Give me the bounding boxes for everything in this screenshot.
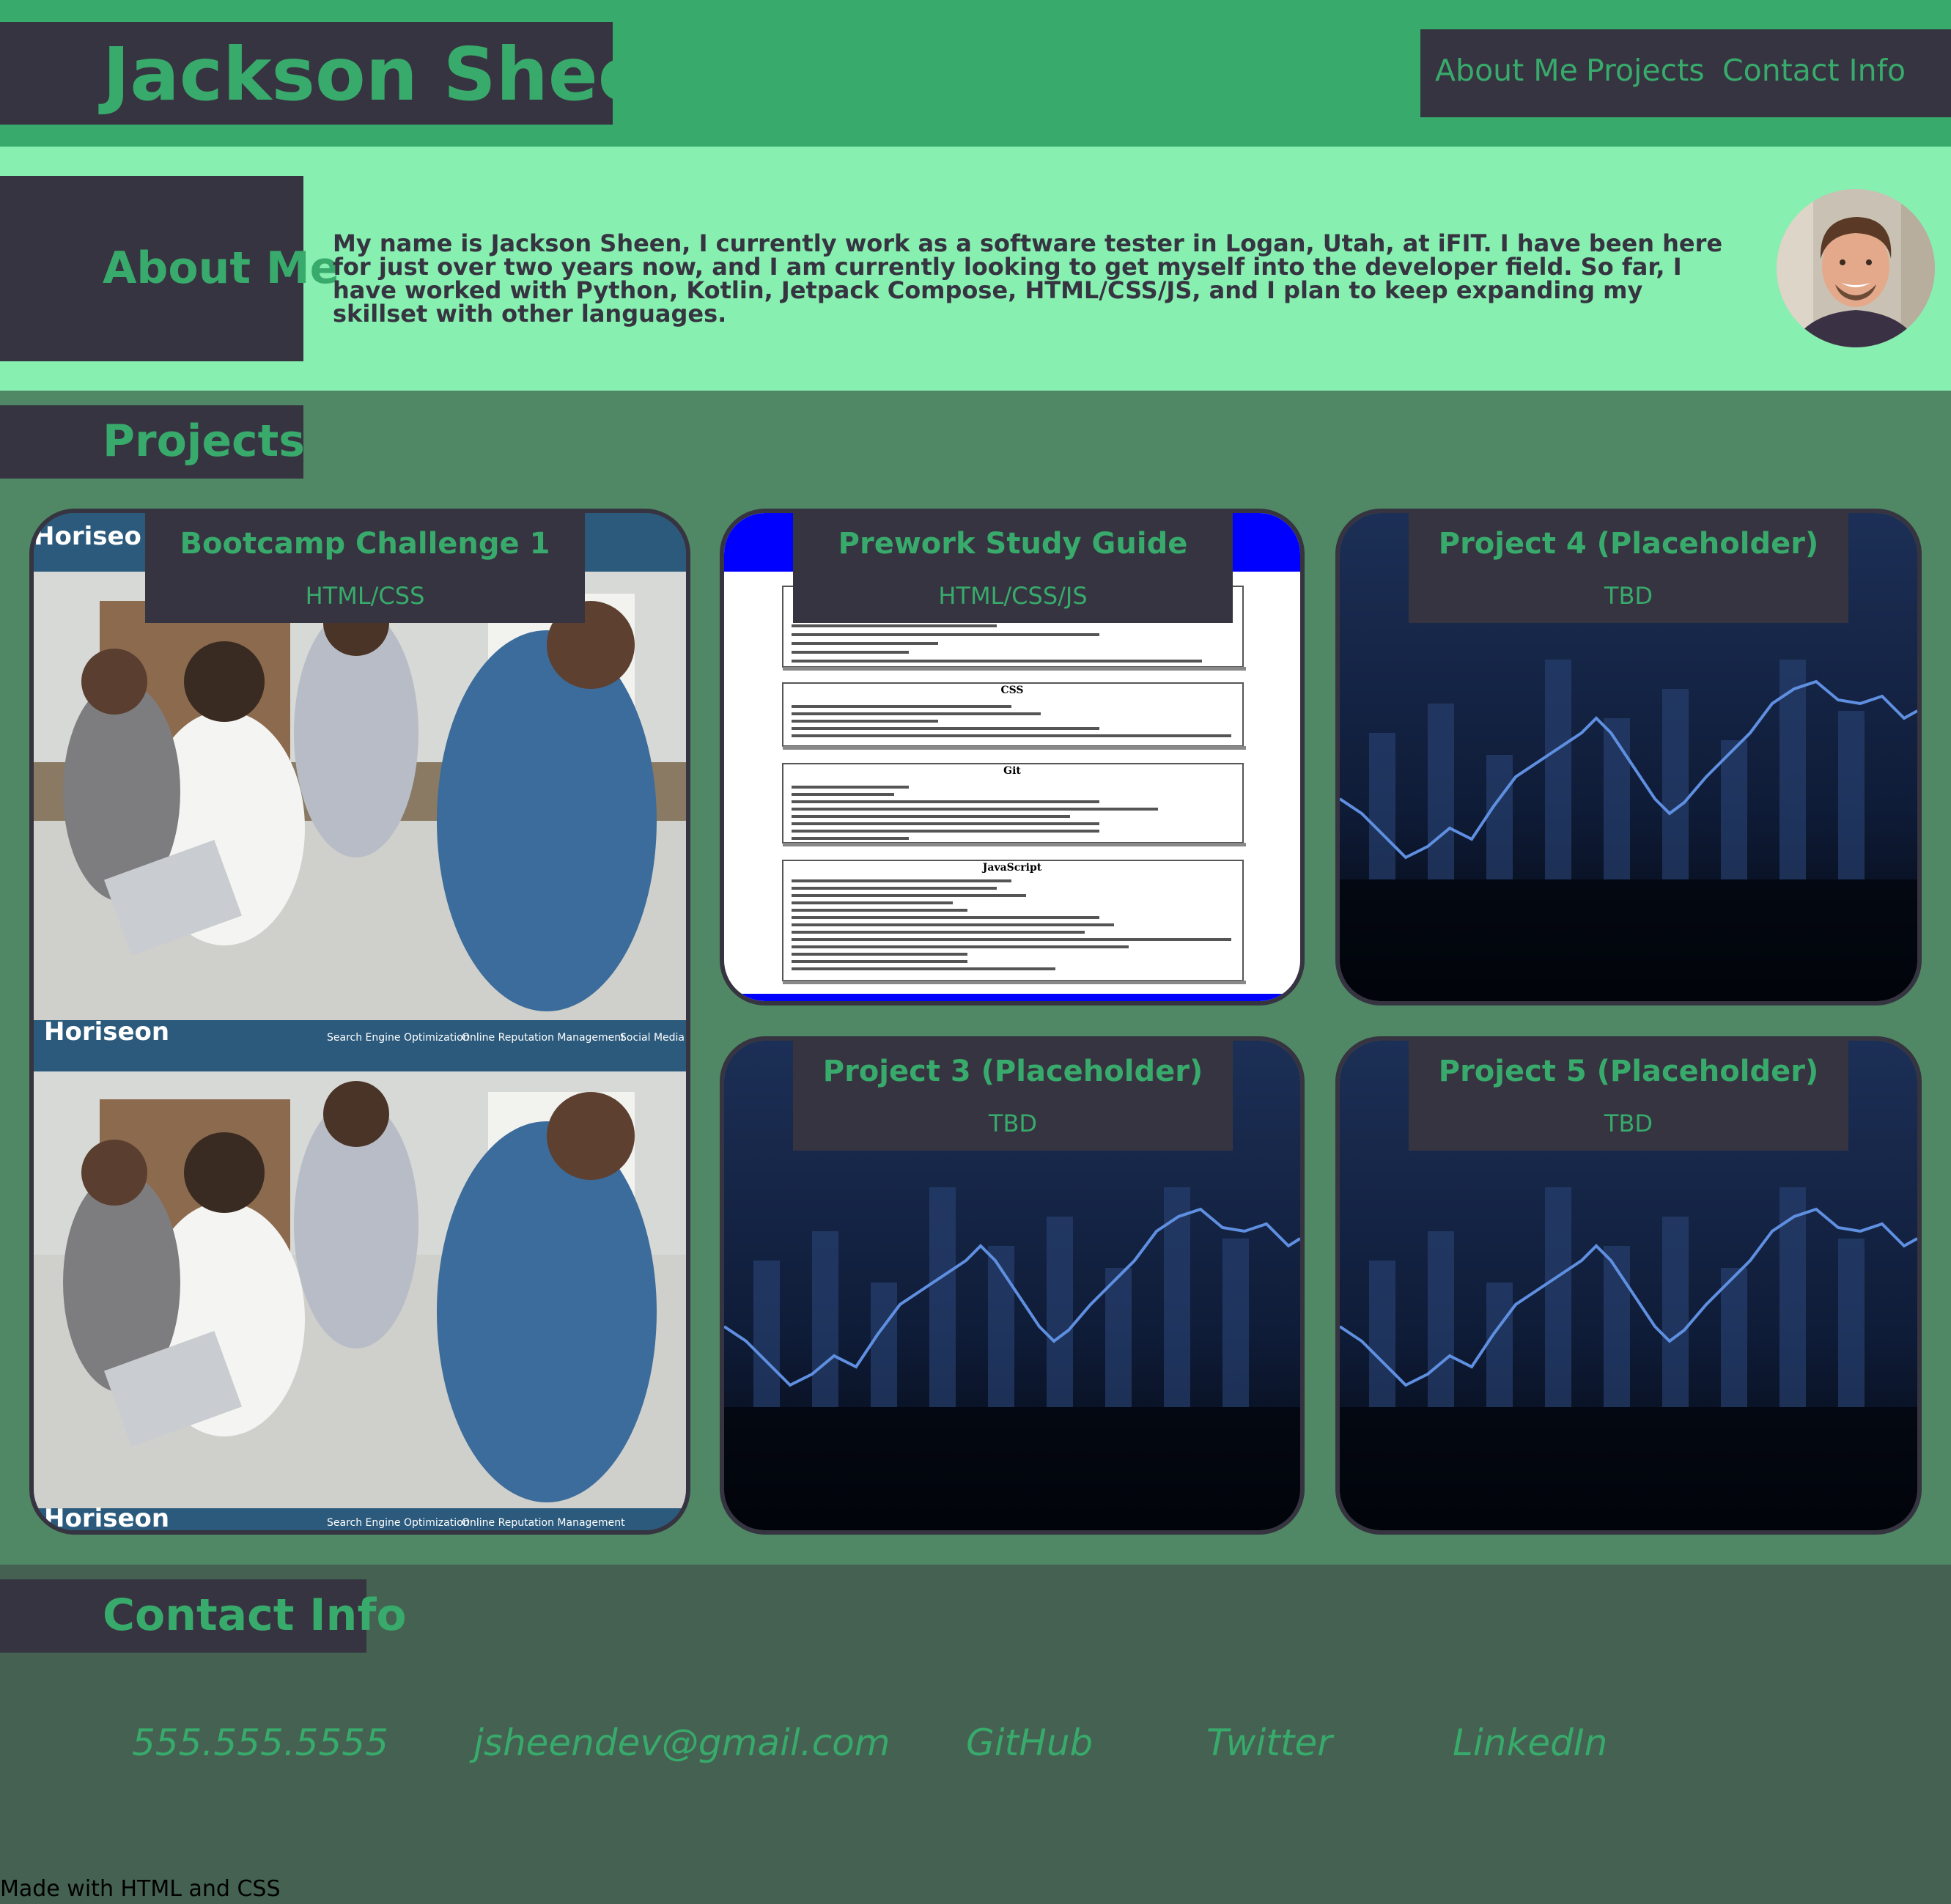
about-paragraph: My name is Jackson Sheen, I currently wo… [333,229,1723,328]
email-link[interactable]: jsheendev@gmail.com [473,1721,890,1765]
project-label: Project 5 (Placeholder) TBD [1409,1041,1848,1151]
project-label: Bootcamp Challenge 1 HTML/CSS [145,513,585,623]
project-title: Project 4 (Placeholder) [1438,527,1819,561]
project-card-prework-study-guide[interactable]: CSS Git JavaScript Prework Study Guide H… [720,509,1305,1005]
project-label: Project 3 (Placeholder) TBD [793,1041,1233,1151]
nav-contact-info-link[interactable]: Contact Info [1722,53,1906,89]
project-label: Prework Study Guide HTML/CSS/JS [793,513,1233,623]
project-tech: TBD [1604,1110,1653,1137]
project-tech: HTML/CSS/JS [938,582,1088,610]
nav-projects-link[interactable]: Projects [1586,53,1705,89]
horiseon-nav-orm-bottom: Online Reputation Management [462,1517,625,1529]
horiseon-nav-seo: Search Engine Optimization [327,1032,470,1044]
profile-photo [1777,189,1935,347]
twitter-link[interactable]: Twitter [1206,1721,1332,1765]
projects-heading: Projects [103,416,306,467]
horiseon-logo-bottom: Horiseon [44,1504,170,1533]
horiseon-nav-smm: Social Media Marketing [620,1032,686,1044]
project-title: Bootcamp Challenge 1 [180,527,550,561]
horiseon-nav-seo-bottom: Search Engine Optimization [327,1517,470,1529]
project-card-project-4[interactable]: Project 4 (Placeholder) TBD [1335,509,1922,1005]
project-card-project-3[interactable]: Project 3 (Placeholder) TBD [720,1036,1305,1535]
study-guide-css-heading: CSS [1000,685,1024,696]
study-guide-git-heading: Git [1003,765,1021,777]
project-card-bootcamp-challenge-1[interactable]: Horiseo Social Media Marketing Horiseon … [29,509,690,1535]
site-name: Jackson Sheen [103,32,700,117]
project-tech: TBD [1604,582,1653,610]
about-heading: About Me [103,243,340,294]
horiseon-nav-orm: Online Reputation Management [462,1032,625,1044]
github-link[interactable]: GitHub [966,1721,1093,1765]
project-card-project-5[interactable]: Project 5 (Placeholder) TBD [1335,1036,1922,1535]
phone-link[interactable]: 555.555.5555 [132,1721,388,1765]
linkedin-link[interactable]: LinkedIn [1453,1721,1607,1765]
project-title: Project 5 (Placeholder) [1438,1055,1819,1088]
project-tech: HTML/CSS [305,582,425,610]
horiseon-logo-top: Horiseo [34,522,141,551]
project-title: Prework Study Guide [838,527,1188,561]
nav-about-me-link[interactable]: About Me [1435,53,1578,89]
project-label: Project 4 (Placeholder) TBD [1409,513,1848,623]
project-title: Project 3 (Placeholder) [822,1055,1203,1088]
horiseon-logo: Horiseon [44,1017,170,1047]
project-tech: TBD [988,1110,1038,1137]
study-guide-javascript-heading: JavaScript [982,862,1042,874]
contact-heading: Contact Info [103,1590,407,1641]
footer-text: Made with HTML and CSS [0,1876,281,1902]
